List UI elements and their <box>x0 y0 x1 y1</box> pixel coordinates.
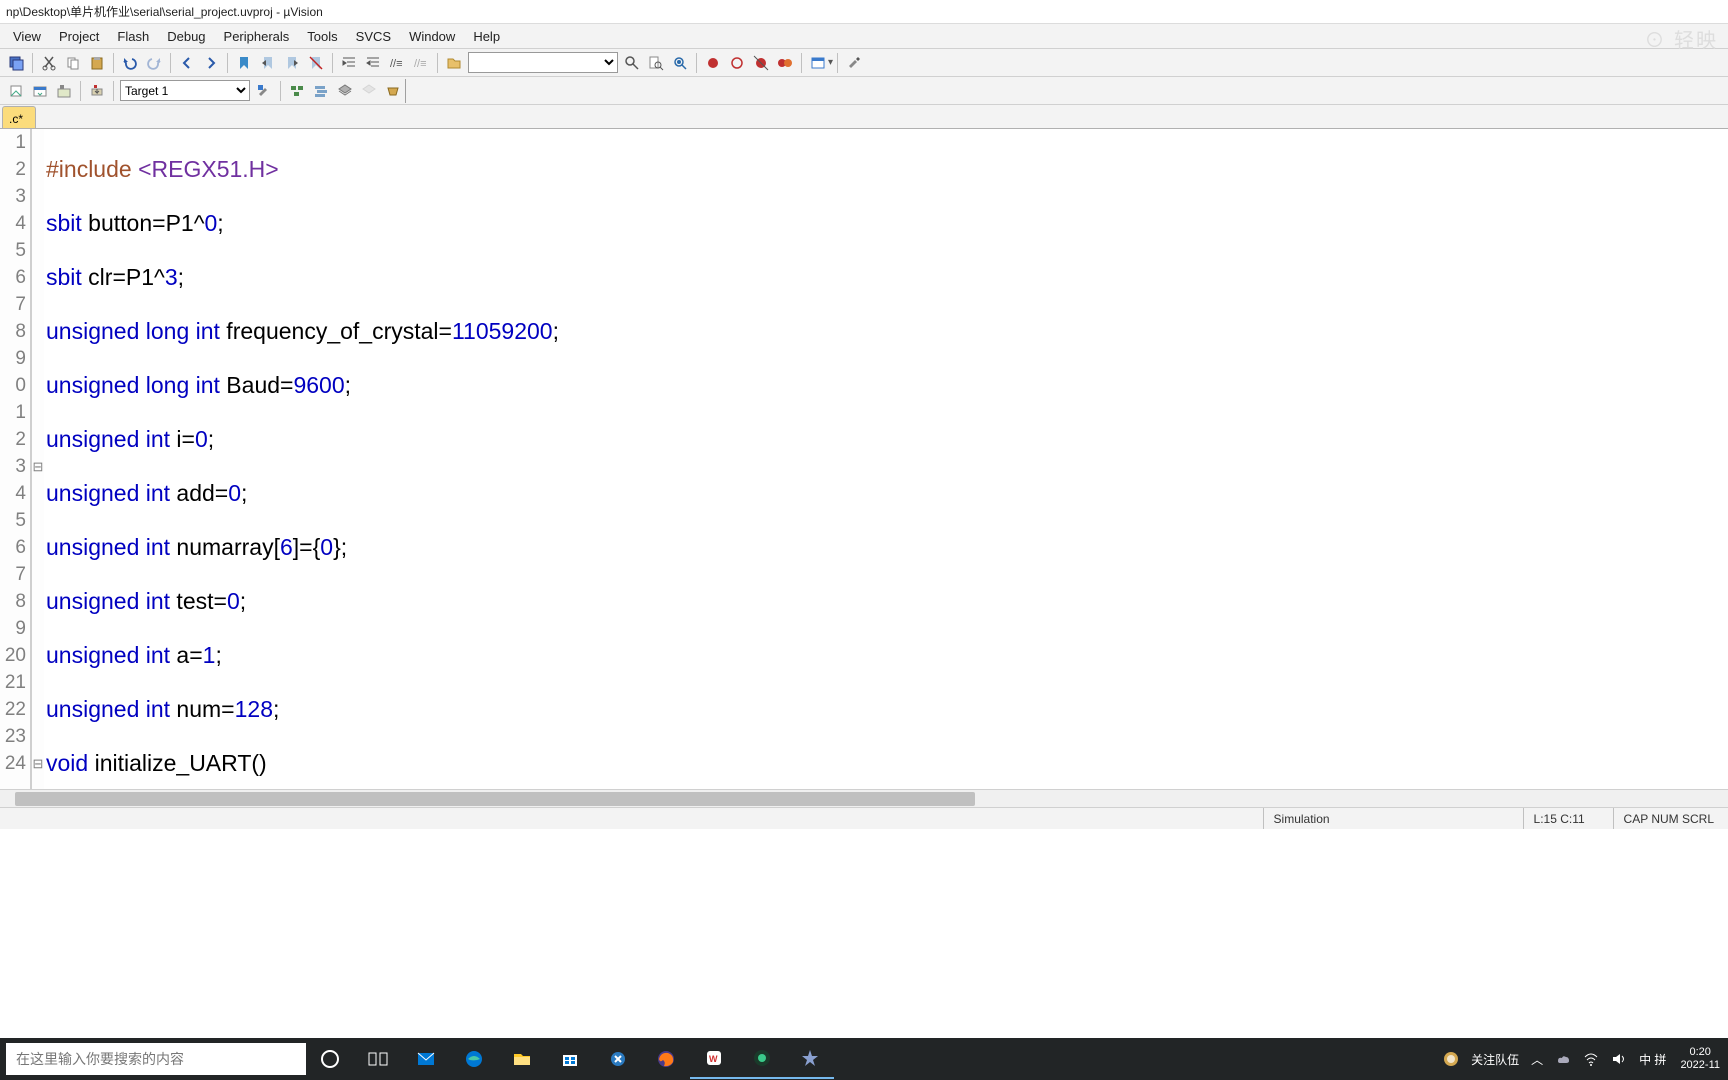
tray-wifi-icon[interactable] <box>1577 1038 1605 1080</box>
bookmark-clear-icon[interactable] <box>305 52 327 74</box>
tray-volume-icon[interactable] <box>1605 1038 1633 1080</box>
uncomment-icon[interactable]: //≡ <box>410 52 432 74</box>
indent-icon[interactable] <box>338 52 360 74</box>
line-number-gutter: 1234 5678 9012 3456 78920 21222324 <box>0 129 32 789</box>
incremental-find-icon[interactable] <box>669 52 691 74</box>
explorer-icon[interactable] <box>498 1039 546 1079</box>
tray-app-icon[interactable] <box>1437 1038 1465 1080</box>
mail-icon[interactable] <box>402 1039 450 1079</box>
debug-start-icon[interactable] <box>702 52 724 74</box>
search-placeholder: 在这里输入你要搜索的内容 <box>16 1049 184 1069</box>
menu-view[interactable]: View <box>4 26 50 47</box>
firefox-icon[interactable] <box>642 1039 690 1079</box>
tray-ime[interactable]: 中 拼 <box>1633 1038 1672 1080</box>
windows-taskbar: 在这里输入你要搜索的内容 W 关注队伍 ︿ 中 拼 0:20 2022-11 <box>0 1038 1728 1080</box>
multi-project-icon[interactable] <box>310 80 332 102</box>
comment-icon[interactable]: //≡ <box>386 52 408 74</box>
watermark: ⊙ 轻映 <box>1644 24 1718 53</box>
folder-icon[interactable] <box>443 52 465 74</box>
editor-tabbar: .c* <box>0 105 1728 129</box>
manage-project-icon[interactable] <box>286 80 308 102</box>
tray-chevron-up-icon[interactable]: ︿ <box>1525 1038 1549 1080</box>
translate-icon[interactable] <box>5 80 27 102</box>
target-select[interactable]: Target 1 <box>120 80 250 101</box>
menu-window[interactable]: Window <box>400 26 464 47</box>
bookmark-toggle-icon[interactable] <box>233 52 255 74</box>
stop-build-icon[interactable] <box>358 80 380 102</box>
menu-project[interactable]: Project <box>50 26 108 47</box>
tray-text[interactable]: 关注队伍 <box>1465 1038 1525 1080</box>
tray-clock[interactable]: 0:20 2022-11 <box>1672 1046 1728 1072</box>
menu-tools[interactable]: Tools <box>298 26 346 47</box>
code-area[interactable]: #include <REGX51.H> sbit button=P1^0; sb… <box>44 129 1728 789</box>
wps-icon[interactable]: W <box>690 1039 738 1079</box>
build-icon[interactable] <box>29 80 51 102</box>
svg-text:W: W <box>709 1054 718 1064</box>
svg-text://≡: //≡ <box>390 58 403 70</box>
standard-toolbar: //≡ //≡ ▾ <box>0 49 1728 77</box>
app1-icon[interactable] <box>594 1039 642 1079</box>
build-toolbar: Target 1 <box>0 77 1728 105</box>
select-packs-icon[interactable] <box>382 80 404 102</box>
menu-bar: View Project Flash Debug Peripherals Too… <box>0 24 1728 49</box>
status-cursor-pos: L:15 C:11 <box>1523 808 1613 829</box>
outdent-icon[interactable] <box>362 52 384 74</box>
menu-flash[interactable]: Flash <box>108 26 158 47</box>
task-view-icon[interactable] <box>354 1039 402 1079</box>
paste-icon[interactable] <box>86 52 108 74</box>
status-bar: Simulation L:15 C:11 CAP NUM SCRL <box>0 807 1728 829</box>
download-icon[interactable] <box>86 80 108 102</box>
tab-file[interactable]: .c* <box>2 106 36 128</box>
copy-icon[interactable] <box>62 52 84 74</box>
window-title: np\Desktop\单片机作业\serial\serial_project.u… <box>6 3 1722 20</box>
save-all-icon[interactable] <box>5 52 27 74</box>
batch-build-icon[interactable] <box>334 80 356 102</box>
options-icon[interactable] <box>253 80 275 102</box>
breakpoint-enable-icon[interactable] <box>750 52 772 74</box>
title-bar: np\Desktop\单片机作业\serial\serial_project.u… <box>0 0 1728 24</box>
app-green-icon[interactable] <box>738 1039 786 1079</box>
menu-debug[interactable]: Debug <box>158 26 214 47</box>
status-indicators: CAP NUM SCRL <box>1613 808 1724 829</box>
menu-help[interactable]: Help <box>464 26 509 47</box>
store-icon[interactable] <box>546 1039 594 1079</box>
nav-back-icon[interactable] <box>176 52 198 74</box>
tray-onedrive-icon[interactable] <box>1549 1038 1577 1080</box>
status-simulation: Simulation <box>1263 808 1523 829</box>
menu-svcs[interactable]: SVCS <box>347 26 400 47</box>
fold-column: ⊟ ⊟ <box>32 129 44 789</box>
undo-icon[interactable] <box>119 52 141 74</box>
menu-peripherals[interactable]: Peripherals <box>215 26 299 47</box>
svg-text://≡: //≡ <box>414 58 427 70</box>
window-icon[interactable] <box>807 52 829 74</box>
edge-icon[interactable] <box>450 1039 498 1079</box>
find-icon[interactable] <box>621 52 643 74</box>
breakpoint-icon[interactable] <box>726 52 748 74</box>
scrollbar-thumb[interactable] <box>15 792 975 806</box>
rebuild-icon[interactable] <box>53 80 75 102</box>
bookmark-next-icon[interactable] <box>281 52 303 74</box>
bookmark-prev-icon[interactable] <box>257 52 279 74</box>
configure-icon[interactable] <box>843 52 865 74</box>
nav-forward-icon[interactable] <box>200 52 222 74</box>
cut-icon[interactable] <box>38 52 60 74</box>
cortana-icon[interactable] <box>306 1039 354 1079</box>
app-star-icon[interactable] <box>786 1039 834 1079</box>
breakpoint-kill-icon[interactable] <box>774 52 796 74</box>
redo-icon[interactable] <box>143 52 165 74</box>
find-in-files-icon[interactable] <box>645 52 667 74</box>
find-combo[interactable] <box>468 52 618 73</box>
taskbar-search[interactable]: 在这里输入你要搜索的内容 <box>6 1043 306 1075</box>
code-editor[interactable]: 1234 5678 9012 3456 78920 21222324 ⊟ ⊟ #… <box>0 129 1728 789</box>
horizontal-scrollbar[interactable] <box>0 789 1728 807</box>
system-tray: 关注队伍 ︿ 中 拼 0:20 2022-11 <box>1437 1038 1728 1080</box>
